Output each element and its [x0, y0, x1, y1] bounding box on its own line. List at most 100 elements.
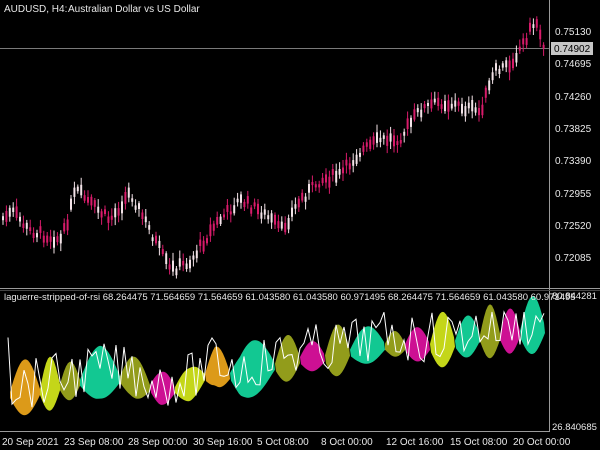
laguerre-band-segment — [40, 356, 60, 411]
candle-body — [399, 140, 402, 144]
time-axis[interactable]: 20 Sep 2021 23 Sep 08:00 28 Sep 00:00 30… — [2, 437, 571, 448]
candle-body — [134, 205, 137, 210]
candle-body — [90, 196, 93, 206]
candle-body — [362, 145, 365, 152]
candle-body — [359, 152, 361, 157]
laguerre-band-segment — [520, 296, 545, 354]
time-tick-label: 15 Oct 08:00 — [450, 437, 508, 448]
candle-body — [233, 205, 236, 214]
candle-body — [515, 53, 518, 63]
candle-body — [498, 68, 501, 74]
candle-body — [141, 212, 144, 219]
candle-body — [325, 174, 327, 183]
price-tick-label: 0.74695 — [555, 59, 592, 70]
candle-body — [199, 239, 202, 246]
instrument-name: Australian Dollar vs US Dollar — [68, 4, 200, 15]
candle-body — [467, 102, 470, 109]
chart-window[interactable]: AUDUSD, H4: Australian Dollar vs US Doll… — [0, 0, 600, 450]
candle-body — [46, 235, 49, 243]
candle-body — [202, 240, 205, 252]
candle-body — [423, 104, 426, 109]
candle-body — [301, 192, 304, 201]
candle-body — [15, 206, 18, 218]
candle-body — [29, 227, 32, 231]
candle-body — [12, 207, 15, 212]
candlestick-series — [2, 16, 545, 279]
price-pane[interactable]: AUDUSD, H4: Australian Dollar vs US Doll… — [0, 4, 549, 279]
candle-body — [195, 250, 198, 259]
laguerre-band-segment — [120, 356, 150, 399]
candle-body — [454, 100, 457, 107]
indicator-title: laguerre-stripped-of-rsi 68.264475 71.56… — [4, 292, 576, 303]
current-price-label: 0.74902 — [554, 44, 591, 55]
indicator-axis-top: 80.844281 — [552, 291, 597, 302]
candle-body — [464, 106, 467, 117]
symbol-timeframe: AUDUSD, H4: — [4, 4, 67, 15]
candle-body — [338, 169, 341, 175]
time-tick-label: 20 Sep 2021 — [2, 437, 59, 448]
candle-body — [274, 214, 276, 225]
candle-body — [318, 184, 321, 188]
candle-body — [365, 142, 368, 147]
candle-body — [413, 109, 416, 120]
candle-body — [348, 163, 351, 170]
candle-body — [49, 236, 52, 242]
candle-body — [212, 223, 215, 231]
candle-body — [70, 198, 72, 210]
candle-body — [182, 261, 185, 266]
candle-body — [433, 98, 436, 103]
candle-body — [478, 108, 480, 116]
time-tick-label: 23 Sep 08:00 — [64, 437, 124, 448]
candle-body — [379, 137, 382, 143]
candle-body — [335, 170, 338, 183]
indicator-pane[interactable]: laguerre-stripped-of-rsi 68.264475 71.56… — [4, 291, 597, 433]
candle-body — [427, 103, 429, 106]
candle-body — [287, 218, 290, 230]
candle-body — [542, 44, 545, 49]
candle-body — [131, 198, 134, 202]
candle-body — [2, 216, 4, 221]
candle-body — [291, 207, 293, 217]
candle-body — [127, 187, 130, 198]
candle-body — [93, 200, 96, 207]
candle-body — [76, 186, 79, 192]
candle-body — [352, 160, 355, 166]
candle-body — [450, 103, 453, 109]
candle-body — [206, 238, 208, 244]
indicator-axis-bottom: 26.840685 — [552, 422, 597, 433]
candle-body — [219, 216, 222, 224]
candle-body — [488, 80, 491, 91]
candle-body — [100, 211, 103, 218]
candle-body — [389, 133, 392, 142]
candle-body — [175, 268, 178, 276]
candle-body — [148, 225, 151, 230]
candle-body — [5, 211, 8, 222]
candle-body — [444, 100, 446, 112]
candle-body — [297, 198, 300, 208]
candle-body — [505, 60, 508, 68]
laguerre-band-segment — [480, 304, 500, 359]
candle-body — [501, 63, 504, 68]
price-tick-label: 0.73825 — [555, 124, 592, 135]
candle-body — [80, 184, 83, 196]
candle-body — [124, 192, 127, 204]
candle-body — [260, 212, 263, 219]
candle-body — [539, 29, 542, 40]
laguerre-band-segment — [275, 335, 300, 382]
candle-body — [158, 240, 161, 248]
candle-body — [104, 209, 106, 214]
candle-body — [22, 223, 25, 228]
candle-body — [155, 235, 157, 244]
candle-body — [294, 204, 297, 209]
candle-body — [410, 117, 412, 127]
candle-body — [430, 99, 433, 109]
candle-body — [151, 237, 154, 242]
candle-body — [250, 207, 253, 214]
candle-body — [304, 196, 307, 202]
candle-body — [32, 232, 35, 238]
candle-body — [243, 201, 246, 208]
laguerre-band-segment — [455, 315, 480, 358]
candle-body — [19, 216, 21, 222]
candle-body — [56, 236, 59, 243]
price-axis[interactable]: 0.75130 0.74695 0.74260 0.73825 0.73390 … — [551, 27, 593, 264]
